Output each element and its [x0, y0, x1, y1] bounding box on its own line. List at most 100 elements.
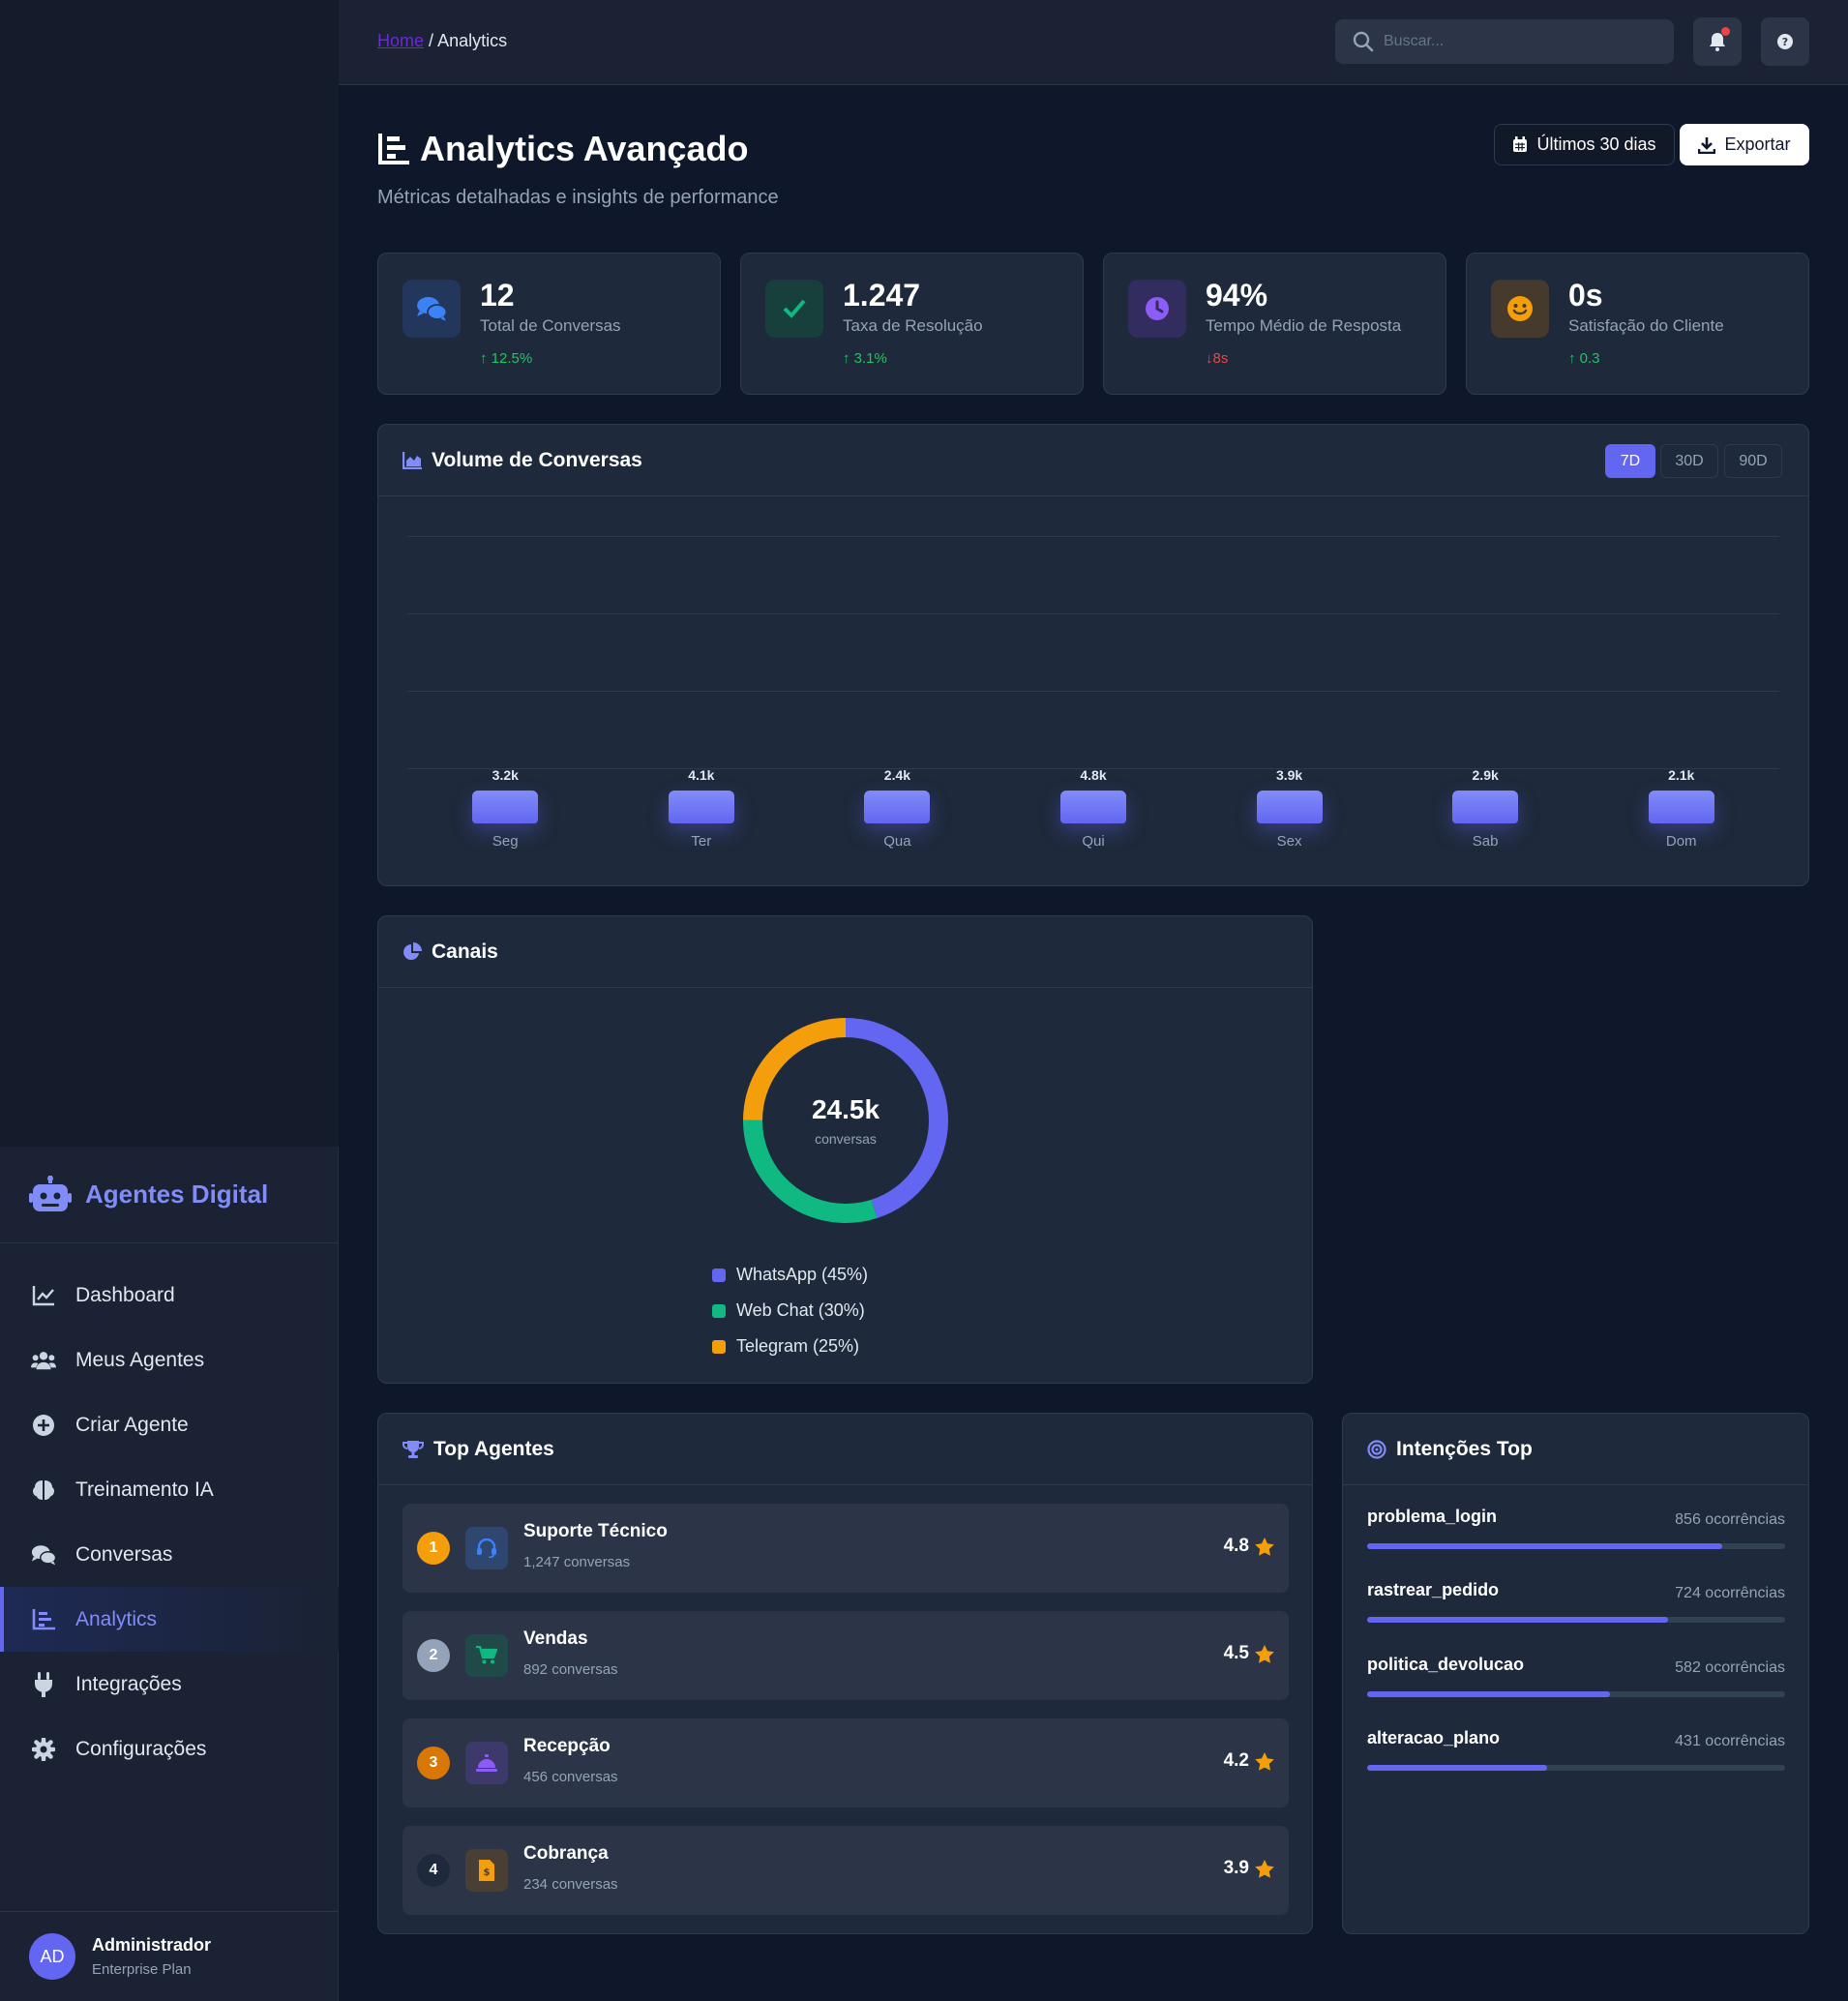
- volume-bar-chart: 3.2k Seg 4.1k Ter 2.4k Qua 4.8k Qui 3.9k Sex 2.9k S…: [378, 496, 1808, 885]
- rank-badge: 2: [417, 1639, 450, 1672]
- legend-swatch: [712, 1268, 726, 1282]
- bullseye-icon: [1367, 1439, 1386, 1459]
- bar-value-label: 2.4k: [883, 767, 911, 783]
- stat-card-total-conversas: 12 Total de Conversas ↑ 12.5%: [377, 253, 721, 395]
- rating-value: 4.5: [1223, 1643, 1249, 1663]
- bar-category-label: Sab: [1472, 833, 1499, 850]
- rating-value: 4.8: [1223, 1536, 1249, 1556]
- period-90d-button[interactable]: 90D: [1724, 444, 1782, 478]
- export-button[interactable]: Exportar: [1680, 124, 1809, 165]
- arrow-up-icon: ↑: [480, 350, 488, 367]
- chart-pie-icon: [403, 941, 422, 960]
- period-7d-button[interactable]: 7D: [1605, 444, 1655, 478]
- bar-column: 2.1k Dom: [1633, 767, 1730, 850]
- legend-label: Telegram (25%): [736, 1336, 860, 1356]
- agent-row-recepcao[interactable]: 3 Recepção 456 conversas 4.2: [402, 1718, 1289, 1807]
- search-box[interactable]: [1335, 19, 1674, 64]
- stat-change-value: 8s: [1212, 350, 1229, 367]
- intent-progress: [1367, 1691, 1785, 1697]
- search-input[interactable]: [1384, 33, 1654, 50]
- agent-row-cobranca[interactable]: 4 $ Cobrança 234 conversas 3.9: [402, 1826, 1289, 1915]
- gridline: [407, 613, 1779, 614]
- sidebar-item-criar-agente[interactable]: Criar Agente: [0, 1392, 339, 1457]
- intent-name: problema_login: [1367, 1507, 1498, 1526]
- donut-center: 24.5k conversas: [739, 1014, 952, 1227]
- chart-bar-icon: [378, 134, 409, 164]
- chart-line-icon: [31, 1283, 56, 1308]
- help-button[interactable]: ?: [1761, 17, 1809, 66]
- intent-name: rastrear_pedido: [1367, 1580, 1500, 1599]
- bar[interactable]: [472, 791, 539, 823]
- bar[interactable]: [1452, 791, 1519, 823]
- user-info: Administrador Enterprise Plan: [92, 1935, 211, 1978]
- star-icon: [1255, 1644, 1274, 1663]
- question-circle-icon: ?: [1777, 34, 1793, 49]
- bar[interactable]: [668, 791, 734, 823]
- stat-change: ↓8s: [1206, 350, 1228, 367]
- stat-change: ↑ 0.3: [1568, 350, 1600, 367]
- bar[interactable]: [1256, 791, 1323, 823]
- sidebar-item-treinamento-ia[interactable]: Treinamento IA: [0, 1457, 339, 1522]
- intent-progress: [1367, 1765, 1785, 1771]
- agent-rating: 3.9: [1224, 1858, 1274, 1879]
- gridline: [407, 536, 1779, 537]
- bar[interactable]: [1648, 791, 1714, 823]
- bar-value-label: 4.8k: [1080, 767, 1107, 783]
- sidebar-item-configuracoes[interactable]: Configurações: [0, 1717, 339, 1781]
- bar[interactable]: [1060, 791, 1126, 823]
- bar-value-label: 4.1k: [688, 767, 715, 783]
- sidebar-item-label: Integrações: [75, 1672, 182, 1695]
- agent-conversations: 234 conversas: [523, 1876, 618, 1893]
- agent-row-suporte-tecnico[interactable]: 1 Suporte Técnico 1,247 conversas 4.8: [402, 1504, 1289, 1593]
- topbar: Home / Analytics ?: [339, 0, 1848, 85]
- intent-count: 856 ocorrências: [1675, 1511, 1785, 1528]
- intents-panel: Intenções Top problema_login 856 ocorrên…: [1342, 1413, 1809, 1934]
- intent-progress-fill: [1367, 1543, 1723, 1549]
- bar-value-label: 2.1k: [1668, 767, 1695, 783]
- bar[interactable]: [864, 791, 931, 823]
- notification-dot: [1721, 27, 1730, 36]
- svg-text:?: ?: [1782, 36, 1788, 48]
- channels-legend: WhatsApp (45%) Web Chat (30%) Telegram (…: [712, 1257, 868, 1364]
- brand[interactable]: Agentes Digital: [0, 1147, 339, 1243]
- search-icon: [1353, 31, 1374, 52]
- stat-change-value: 12.5%: [491, 350, 533, 367]
- breadcrumb-home-link[interactable]: Home: [377, 31, 424, 50]
- agent-rating: 4.2: [1224, 1750, 1274, 1772]
- sidebar-item-meus-agentes[interactable]: Meus Agentes: [0, 1328, 339, 1392]
- sidebar-item-conversas[interactable]: Conversas: [0, 1522, 339, 1587]
- bell-concierge-icon: [465, 1742, 508, 1784]
- brain-icon: [31, 1478, 56, 1503]
- bar-category-label: Dom: [1665, 833, 1697, 850]
- period-30d-button[interactable]: 30D: [1660, 444, 1718, 478]
- agent-name: Suporte Técnico: [523, 1521, 668, 1541]
- agent-conversations: 456 conversas: [523, 1769, 618, 1785]
- bar-value-label: 2.9k: [1472, 767, 1499, 783]
- agent-row-vendas[interactable]: 2 Vendas 892 conversas 4.5: [402, 1611, 1289, 1700]
- page-title: Analytics Avançado: [377, 129, 748, 169]
- breadcrumb-separator: /: [429, 31, 434, 50]
- user-profile[interactable]: AD Administrador Enterprise Plan: [0, 1911, 339, 2001]
- sidebar-item-integracoes[interactable]: Integrações: [0, 1652, 339, 1717]
- calendar-icon: [1513, 136, 1528, 152]
- stat-value: 12: [480, 278, 515, 313]
- agent-name: Cobrança: [523, 1843, 609, 1864]
- breadcrumb: Home / Analytics: [377, 31, 507, 51]
- stat-label: Total de Conversas: [480, 316, 621, 335]
- channels-panel-title: Canais: [432, 940, 498, 963]
- rating-value: 4.2: [1223, 1750, 1249, 1771]
- page-subtitle: Métricas detalhadas e insights de perfor…: [377, 187, 779, 208]
- bar-column: 2.4k Qua: [849, 767, 945, 850]
- notifications-button[interactable]: [1693, 17, 1742, 66]
- agent-name: Vendas: [523, 1628, 588, 1649]
- download-icon: [1698, 136, 1716, 154]
- date-range-button[interactable]: Últimos 30 dias: [1494, 124, 1675, 165]
- stat-change: ↑ 12.5%: [480, 350, 532, 367]
- rank-badge: 3: [417, 1747, 450, 1779]
- sidebar-item-analytics[interactable]: Analytics: [0, 1587, 339, 1652]
- stat-change-value: 0.3: [1579, 350, 1600, 367]
- stat-value: 0s: [1568, 278, 1603, 313]
- breadcrumb-current: Analytics: [437, 31, 508, 50]
- sidebar-item-dashboard[interactable]: Dashboard: [0, 1263, 339, 1328]
- clock-icon: [1128, 280, 1186, 338]
